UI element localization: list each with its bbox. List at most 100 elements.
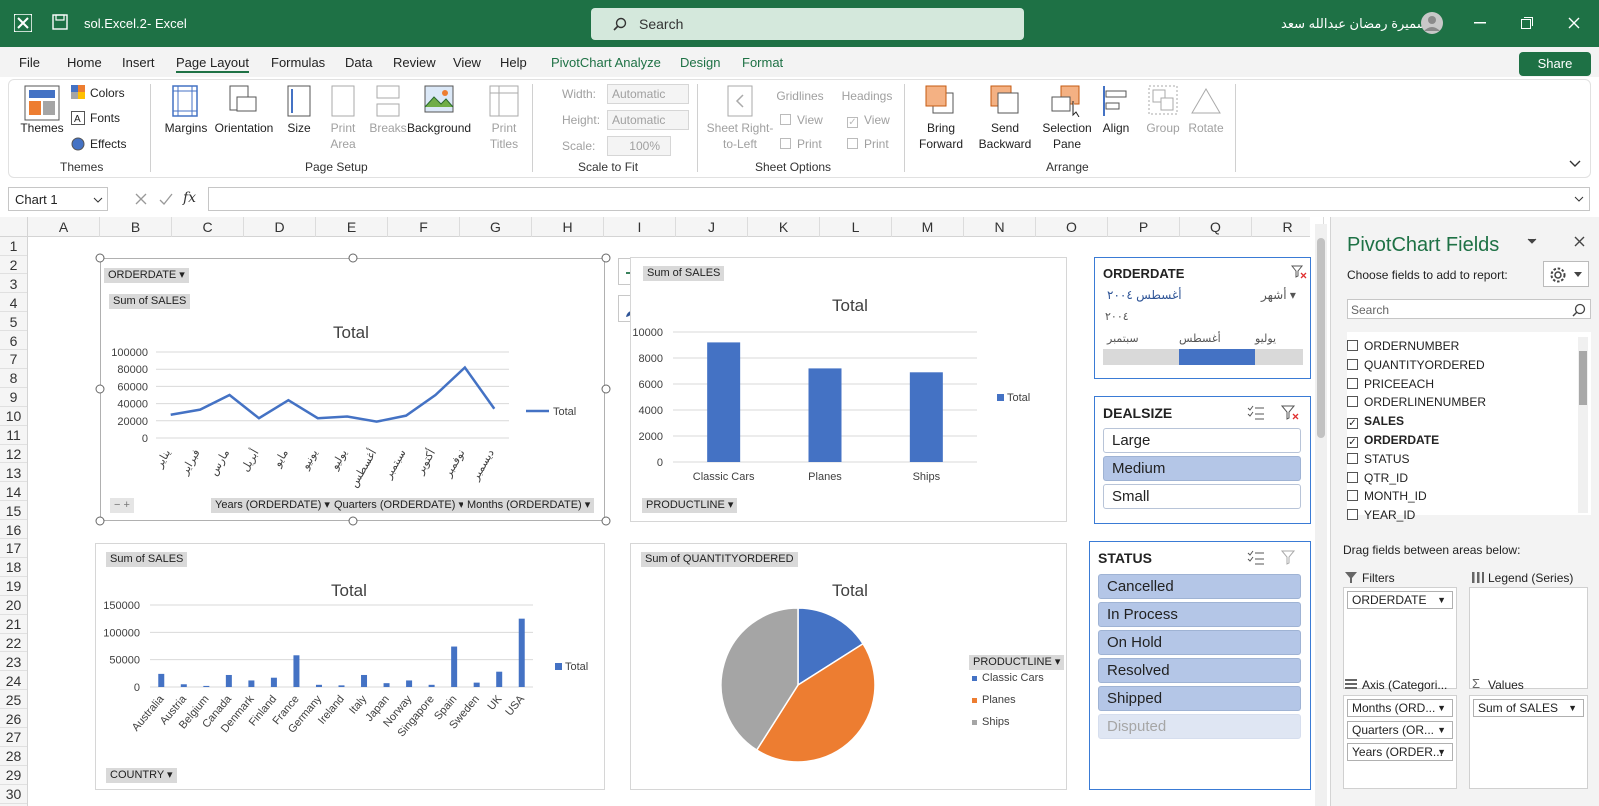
scroll-thumb[interactable] bbox=[1317, 238, 1325, 438]
productline-bar-chart[interactable]: Sum of SALES Total 10000 8000 6000 4000 2000… bbox=[630, 257, 1067, 522]
column-header[interactable]: J bbox=[676, 217, 748, 237]
productline-pie-chart[interactable]: Sum of QUANTITYORDERED Total Classic Car… bbox=[630, 543, 1067, 790]
clear-filter-icon[interactable] bbox=[1281, 550, 1299, 566]
slicer-item-on-hold[interactable]: On Hold bbox=[1098, 630, 1301, 655]
sheet-rtl-line1[interactable]: Sheet Right- bbox=[703, 121, 777, 136]
sheet-vertical-scrollbar[interactable] bbox=[1315, 224, 1327, 806]
clear-filter-icon[interactable] bbox=[1291, 265, 1307, 279]
headings-print-checkbox[interactable]: Print bbox=[847, 137, 889, 152]
column-header[interactable]: B bbox=[100, 217, 172, 237]
fonts-button[interactable]: Fonts bbox=[90, 111, 120, 126]
tab-view[interactable]: View bbox=[453, 55, 481, 70]
selection-pane-line1[interactable]: Selection bbox=[1040, 121, 1094, 136]
share-button[interactable]: Share bbox=[1519, 52, 1591, 76]
field-item[interactable]: ORDERLINENUMBER bbox=[1347, 395, 1486, 409]
column-header[interactable]: P bbox=[1108, 217, 1180, 237]
column-header[interactable]: F bbox=[388, 217, 460, 237]
orderdate-timeline[interactable]: ORDERDATE أغسطس ٢٠٠٤ أشهر ▾ ٢٠٠٤ يوليو أ… bbox=[1094, 257, 1311, 379]
row-header[interactable]: 5 bbox=[0, 313, 27, 332]
column-header[interactable]: M bbox=[892, 217, 964, 237]
row-header[interactable]: 9 bbox=[0, 388, 27, 407]
print-titles-line1[interactable]: Print bbox=[482, 121, 526, 136]
row-header[interactable]: 8 bbox=[0, 369, 27, 388]
column-header[interactable]: C bbox=[172, 217, 244, 237]
send-backward-line1[interactable]: Send bbox=[982, 121, 1028, 136]
scroll-thumb[interactable] bbox=[1579, 351, 1587, 405]
values-pill-sum-of-sales[interactable]: Sum of SALES ▼ bbox=[1473, 699, 1584, 717]
row-header[interactable]: 20 bbox=[0, 596, 27, 615]
tab-format[interactable]: Format bbox=[742, 55, 783, 70]
rotate-button[interactable]: Rotate bbox=[1186, 121, 1226, 136]
headings-view-checkbox[interactable]: ✓ View bbox=[847, 113, 890, 128]
multi-select-icon[interactable] bbox=[1247, 405, 1265, 421]
row-header[interactable]: 22 bbox=[0, 634, 27, 653]
checkbox-icon[interactable] bbox=[1347, 396, 1358, 408]
row-header[interactable]: 13 bbox=[0, 464, 27, 483]
row-header[interactable]: 21 bbox=[0, 615, 27, 634]
country-bar-chart[interactable]: Sum of SALES Total 150000 100000 50000 0 Aus… bbox=[95, 543, 605, 790]
field-item[interactable]: YEAR_ID bbox=[1347, 508, 1415, 522]
row-header[interactable]: 25 bbox=[0, 691, 27, 710]
bring-forward-line2[interactable]: Forward bbox=[912, 137, 970, 152]
slicer-item-medium[interactable]: Medium bbox=[1103, 456, 1301, 481]
dealsize-slicer[interactable]: DEALSIZE Large Medium Small bbox=[1094, 396, 1311, 524]
legend-area[interactable] bbox=[1469, 587, 1588, 689]
sheet-rtl-line2[interactable]: to-Left bbox=[703, 137, 777, 152]
avatar-icon[interactable] bbox=[1420, 11, 1444, 35]
width-select[interactable]: Automatic bbox=[607, 84, 689, 104]
name-box[interactable]: Chart 1 bbox=[8, 187, 108, 211]
column-header[interactable]: A bbox=[28, 217, 100, 237]
row-header[interactable]: 24 bbox=[0, 672, 27, 691]
enter-icon[interactable] bbox=[159, 192, 173, 206]
margins-button[interactable]: Margins bbox=[162, 121, 210, 136]
field-item[interactable]: STATUS bbox=[1347, 452, 1410, 466]
insert-function-button[interactable]: fx bbox=[183, 190, 196, 206]
clear-filter-icon[interactable] bbox=[1281, 405, 1299, 421]
tab-insert[interactable]: Insert bbox=[122, 55, 155, 70]
row-header[interactable]: 11 bbox=[0, 426, 27, 445]
tab-design[interactable]: Design bbox=[680, 55, 720, 70]
checkbox-icon[interactable] bbox=[1347, 471, 1358, 483]
bring-forward-line1[interactable]: Bring bbox=[918, 121, 964, 136]
row-header[interactable]: 27 bbox=[0, 728, 27, 747]
restore-icon[interactable] bbox=[1521, 17, 1533, 29]
row-header[interactable]: 16 bbox=[0, 521, 27, 539]
row-header[interactable]: 2 bbox=[0, 256, 27, 275]
tab-review[interactable]: Review bbox=[393, 55, 436, 70]
tab-page-layout[interactable]: Page Layout bbox=[176, 55, 250, 73]
slicer-item-small[interactable]: Small bbox=[1103, 484, 1301, 509]
column-header[interactable]: G bbox=[460, 217, 532, 237]
row-header[interactable]: 23 bbox=[0, 653, 27, 672]
field-item[interactable]: QUANTITYORDERED bbox=[1347, 358, 1485, 372]
search-box[interactable]: Search bbox=[591, 8, 1024, 40]
print-area-line1[interactable]: Print bbox=[323, 121, 363, 136]
row-header[interactable]: 19 bbox=[0, 577, 27, 596]
checkbox-checked-icon[interactable]: ✓ bbox=[1347, 418, 1358, 430]
selection-pane-line2[interactable]: Pane bbox=[1040, 137, 1094, 152]
row-header[interactable]: 29 bbox=[0, 766, 27, 785]
row-header[interactable]: 15 bbox=[0, 502, 27, 521]
row-header[interactable]: 3 bbox=[0, 275, 27, 294]
close-icon[interactable] bbox=[1568, 17, 1580, 29]
slicer-item-shipped[interactable]: Shipped bbox=[1098, 686, 1301, 711]
tab-data[interactable]: Data bbox=[345, 55, 372, 70]
select-all-corner[interactable] bbox=[0, 217, 28, 237]
checkbox-icon[interactable] bbox=[1347, 452, 1358, 464]
axis-pill-months[interactable]: Months (ORD... ▼ bbox=[1347, 699, 1453, 717]
field-item[interactable]: ORDERNUMBER bbox=[1347, 339, 1459, 353]
field-search-input[interactable]: Search bbox=[1347, 299, 1591, 319]
row-header[interactable]: 10 bbox=[0, 407, 27, 426]
checkbox-icon[interactable] bbox=[1347, 509, 1358, 521]
breaks-button[interactable]: Breaks bbox=[366, 121, 410, 136]
background-button[interactable]: Background bbox=[407, 121, 471, 136]
field-item[interactable]: ✓ SALES bbox=[1347, 414, 1404, 430]
timeline-selected-period[interactable] bbox=[1179, 349, 1255, 365]
tools-button[interactable] bbox=[1543, 261, 1589, 287]
tab-file[interactable]: File bbox=[19, 55, 40, 70]
effects-button[interactable]: Effects bbox=[90, 137, 126, 152]
row-header[interactable]: 1 bbox=[0, 237, 27, 256]
height-select[interactable]: Automatic bbox=[607, 110, 689, 130]
themes-button[interactable]: Themes bbox=[20, 121, 64, 136]
multi-select-icon[interactable] bbox=[1247, 550, 1265, 566]
row-header[interactable]: 6 bbox=[0, 332, 27, 350]
